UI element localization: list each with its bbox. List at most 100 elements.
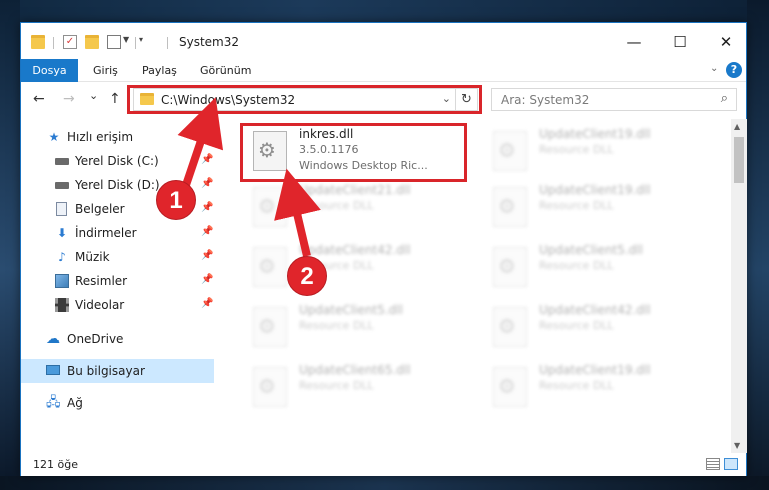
network-icon: 🖧 — [46, 395, 61, 410]
cloud-icon: ☁ — [46, 331, 60, 347]
step-marker-2: 2 — [287, 256, 327, 296]
scrollbar-thumb[interactable] — [734, 137, 744, 183]
computer-icon — [46, 365, 60, 375]
tab-file[interactable]: Dosya — [21, 59, 78, 82]
search-icon[interactable]: ⌕ — [721, 91, 728, 106]
desktop-wallpaper-left — [0, 0, 20, 490]
pin-icon[interactable]: 📌 — [201, 154, 213, 165]
file-tile[interactable]: ⚙ UpdateClient21.dll Resource DLL — [247, 179, 457, 231]
tab-share[interactable]: Paylaş — [142, 59, 177, 82]
help-icon[interactable]: ? — [726, 62, 742, 78]
up-button[interactable]: ↑ — [109, 91, 121, 107]
pin-icon[interactable]: 📌 — [201, 178, 213, 189]
sidebar-item-label: Videolar — [75, 298, 125, 312]
chevron-down-icon[interactable]: ▼ — [123, 35, 129, 44]
file-description: Resource DLL — [539, 199, 614, 212]
music-icon: ♪ — [58, 250, 66, 264]
sidebar-item-label: Belgeler — [75, 202, 125, 216]
ribbon-tabs: Dosya Giriş Paylaş Görünüm ⌄ ? — [21, 59, 746, 82]
sidebar-item-quick-access[interactable]: ★ Hızlı erişim — [21, 125, 214, 149]
item-count: 121 öğe — [33, 458, 78, 471]
tab-home[interactable]: Giriş — [93, 59, 118, 82]
dll-file-icon: ⚙ — [253, 247, 287, 287]
file-description: Resource DLL — [539, 379, 614, 392]
large-icons-view-icon[interactable] — [724, 458, 738, 470]
file-name: UpdateClient5.dll — [299, 303, 403, 317]
sidebar-item-network[interactable]: 🖧 Ağ — [21, 391, 214, 415]
drive-icon — [55, 158, 69, 165]
star-icon: ★ — [48, 130, 60, 144]
sidebar-item-label: Resimler — [75, 274, 128, 288]
sidebar-item-videos[interactable]: Videolar 📌 — [21, 293, 214, 317]
sidebar-item-this-pc[interactable]: Bu bilgisayar — [21, 359, 214, 383]
file-tile[interactable]: ⚙ UpdateClient5.dll Resource DLL — [487, 239, 697, 291]
sidebar-item-onedrive[interactable]: ☁ OneDrive — [21, 327, 214, 351]
file-name: UpdateClient21.dll — [299, 183, 411, 197]
pin-icon[interactable]: 📌 — [201, 202, 213, 213]
folder-icon — [31, 35, 45, 49]
pin-icon[interactable]: 📌 — [201, 250, 213, 261]
toolbar-separator — [53, 37, 54, 49]
gear-icon: ⚙ — [258, 194, 276, 218]
pin-icon[interactable]: 📌 — [201, 298, 213, 309]
sidebar-item-label: Müzik — [75, 250, 110, 264]
file-tile[interactable]: ⚙ UpdateClient19.dll Resource DLL — [487, 123, 697, 175]
title-bar: ✓ ▼ ▾ System32 — ☐ ✕ — [21, 23, 746, 59]
file-name: UpdateClient42.dll — [299, 243, 411, 257]
sidebar-item-label: Bu bilgisayar — [67, 364, 145, 378]
sidebar-item-pictures[interactable]: Resimler 📌 — [21, 269, 214, 293]
dll-file-icon: ⚙ — [253, 187, 287, 227]
file-name: UpdateClient19.dll — [539, 363, 651, 377]
close-button[interactable]: ✕ — [703, 29, 749, 55]
forward-button[interactable]: → — [63, 91, 75, 107]
file-name: UpdateClient19.dll — [539, 183, 651, 197]
scroll-up-icon[interactable]: ▲ — [734, 122, 740, 131]
sidebar-item-label: Ağ — [67, 396, 83, 410]
videos-icon — [55, 298, 69, 312]
customize-toolbar-icon[interactable] — [107, 35, 121, 49]
toolbar-separator — [167, 37, 168, 49]
sidebar-item-label: Yerel Disk (D:) — [75, 178, 160, 192]
scroll-down-icon[interactable]: ▼ — [734, 441, 740, 450]
file-description: Resource DLL — [539, 143, 614, 156]
gear-icon: ⚙ — [498, 254, 516, 278]
sidebar-item-label: İndirmeler — [75, 226, 137, 240]
file-tile[interactable]: ⚙ UpdateClient42.dll Resource DLL — [487, 299, 697, 351]
file-name: UpdateClient65.dll — [299, 363, 411, 377]
tab-view[interactable]: Görünüm — [200, 59, 251, 82]
file-description: Resource DLL — [299, 379, 374, 392]
sidebar-item-music[interactable]: ♪ Müzik 📌 — [21, 245, 214, 269]
sidebar-item-local-disk-c[interactable]: Yerel Disk (C:) 📌 — [21, 149, 214, 173]
file-tile[interactable]: ⚙ UpdateClient65.dll Resource DLL — [247, 359, 457, 411]
pin-icon[interactable]: 📌 — [201, 274, 213, 285]
pin-icon[interactable]: 📌 — [201, 226, 213, 237]
desktop-wallpaper-top — [0, 0, 769, 22]
file-highlight-box — [240, 123, 467, 182]
expand-ribbon-icon[interactable]: ⌄ — [710, 63, 718, 74]
search-input[interactable]: Ara: System32 ⌕ — [491, 88, 737, 111]
drive-icon — [55, 182, 69, 189]
window-title: System32 — [179, 35, 240, 49]
file-tile[interactable]: ⚙ UpdateClient42.dll Resource DLL — [247, 239, 457, 291]
vertical-scrollbar[interactable]: ▲ ▼ — [731, 119, 747, 453]
details-view-icon[interactable] — [706, 458, 720, 470]
dll-file-icon: ⚙ — [493, 187, 527, 227]
sidebar-item-label: Hızlı erişim — [67, 130, 134, 144]
file-tile[interactable]: ⚙ UpdateClient19.dll Resource DLL — [487, 359, 697, 411]
minimize-button[interactable]: — — [611, 29, 657, 55]
maximize-button[interactable]: ☐ — [657, 29, 703, 55]
gear-icon: ⚙ — [258, 374, 276, 398]
status-bar: 121 öğe — [21, 453, 746, 476]
file-description: Resource DLL — [539, 259, 614, 272]
dll-file-icon: ⚙ — [493, 307, 527, 347]
sidebar-item-label: Yerel Disk (C:) — [75, 154, 159, 168]
new-folder-icon[interactable] — [85, 35, 99, 49]
file-description: Resource DLL — [299, 199, 374, 212]
file-tile[interactable]: ⚙ UpdateClient19.dll Resource DLL — [487, 179, 697, 231]
back-button[interactable]: ← — [33, 91, 45, 107]
file-tile[interactable]: ⚙ UpdateClient5.dll Resource DLL — [247, 299, 457, 351]
quick-access-dropdown-icon[interactable]: ▾ — [139, 35, 143, 44]
properties-check-icon[interactable]: ✓ — [63, 35, 77, 49]
recent-locations-button[interactable]: ⌄ — [89, 89, 98, 102]
sidebar-item-downloads[interactable]: ⬇ İndirmeler 📌 — [21, 221, 214, 245]
